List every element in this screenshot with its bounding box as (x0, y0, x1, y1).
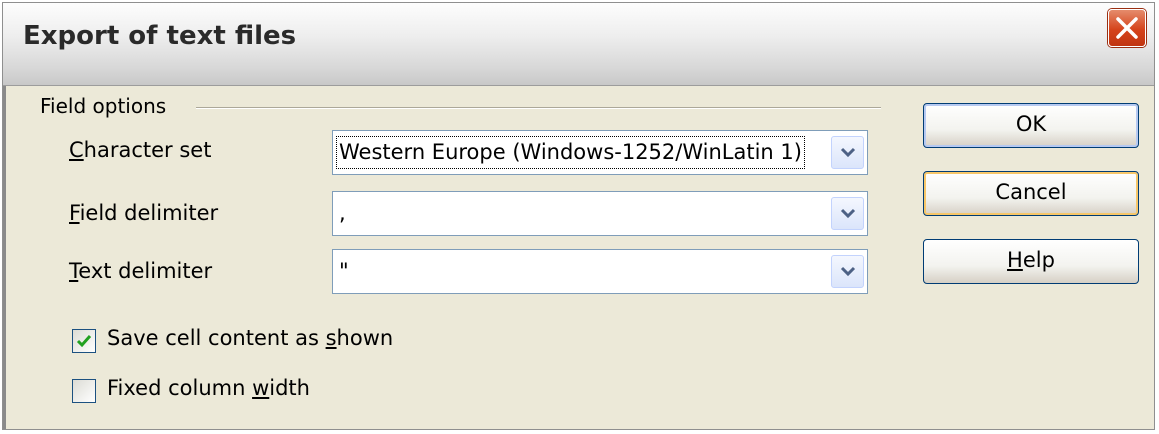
text-delimiter-combo[interactable]: " (332, 249, 868, 294)
help-button[interactable]: Help (923, 239, 1139, 284)
save-cell-content-checkbox[interactable] (72, 329, 96, 353)
cancel-button[interactable]: Cancel (923, 171, 1139, 216)
text-delimiter-value[interactable]: " (337, 256, 351, 287)
field-delimiter-label: Field delimiter (69, 201, 219, 225)
checkmark-icon (76, 335, 92, 348)
dialog-content: Field options Character set Western Euro… (3, 86, 1154, 429)
export-dialog: Export of text files Field options Chara… (2, 2, 1155, 430)
close-button[interactable] (1108, 9, 1146, 47)
title-bar: Export of text files (3, 3, 1154, 86)
ok-button[interactable]: OK (923, 103, 1139, 148)
text-delimiter-label: Text delimiter (69, 259, 213, 283)
chevron-down-icon (840, 147, 856, 158)
chevron-down-icon (840, 266, 856, 277)
save-cell-content-label[interactable]: Save cell content as shown (107, 326, 393, 350)
group-label-field-options: Field options (40, 94, 167, 118)
field-delimiter-dropdown-button[interactable] (831, 197, 864, 230)
text-delimiter-dropdown-button[interactable] (831, 255, 864, 288)
field-delimiter-combo[interactable]: , (332, 191, 868, 236)
field-delimiter-value[interactable]: , (337, 198, 348, 229)
window-title: Export of text files (23, 21, 297, 51)
chevron-down-icon (840, 208, 856, 219)
fixed-column-width-checkbox[interactable] (72, 379, 96, 403)
character-set-label: Character set (69, 138, 212, 162)
character-set-value: Western Europe (Windows-1252/WinLatin 1) (336, 136, 805, 169)
character-set-combo[interactable]: Western Europe (Windows-1252/WinLatin 1) (332, 130, 868, 175)
group-separator (196, 107, 881, 109)
close-icon (1116, 17, 1138, 39)
character-set-dropdown-button[interactable] (831, 136, 864, 169)
fixed-column-width-label[interactable]: Fixed column width (107, 376, 310, 400)
